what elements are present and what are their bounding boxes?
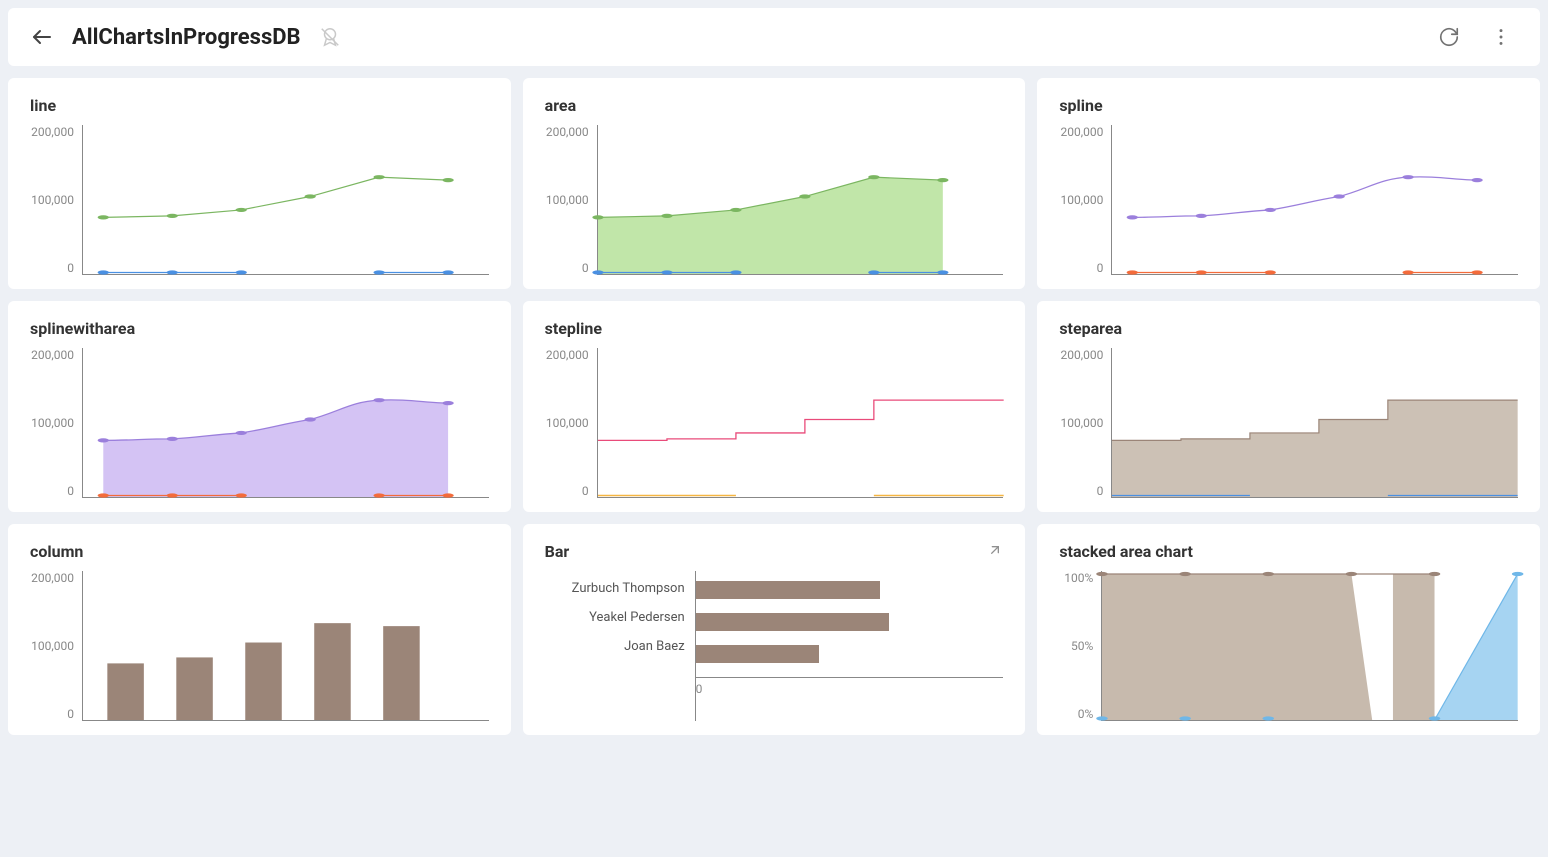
- y-axis: 200,000100,0000: [1059, 348, 1111, 498]
- plot-area: [597, 348, 1004, 498]
- back-button[interactable]: [30, 25, 54, 49]
- plot-area: 0: [695, 571, 1004, 721]
- chart-card-area[interactable]: area 200,000100,0000: [523, 78, 1026, 289]
- chart-title: column: [30, 542, 489, 561]
- plot-area: [1111, 348, 1518, 498]
- plot-area: [1101, 571, 1518, 721]
- y-axis: 200,000100,0000: [545, 125, 597, 275]
- plot-area: [82, 125, 489, 275]
- chart-card-stepline[interactable]: stepline 200,000100,0000: [523, 301, 1026, 512]
- refresh-button[interactable]: [1432, 20, 1466, 54]
- chart-title: spline: [1059, 96, 1518, 115]
- chart-title: Bar: [545, 542, 1004, 561]
- chart-title: splinewitharea: [30, 319, 489, 338]
- chart-card-splinewitharea[interactable]: splinewitharea 200,000100,0000: [8, 301, 511, 512]
- y-axis: 200,000100,0000: [30, 571, 82, 721]
- y-axis: 100%50%0%: [1059, 571, 1101, 721]
- bar-row: [696, 645, 819, 663]
- chart-card-stacked-area[interactable]: stacked area chart 100%50%0%: [1037, 524, 1540, 735]
- bar-row: [696, 581, 881, 599]
- chart-title: area: [545, 96, 1004, 115]
- chart-title: line: [30, 96, 489, 115]
- chart-card-bar[interactable]: Bar Zurbuch Thompson Yeakel Pedersen Joa…: [523, 524, 1026, 735]
- award-icon: [319, 26, 341, 48]
- dashboard-grid: line 200,000100,0000 area 200: [8, 78, 1540, 735]
- y-axis: 200,000100,0000: [545, 348, 597, 498]
- chart-card-spline[interactable]: spline 200,000100,0000: [1037, 78, 1540, 289]
- y-axis-categories: Zurbuch Thompson Yeakel Pedersen Joan Ba…: [545, 571, 695, 721]
- app-header: AllChartsInProgressDB: [8, 8, 1540, 66]
- chart-title: stepline: [545, 319, 1004, 338]
- plot-area: [1111, 125, 1518, 275]
- expand-icon[interactable]: [987, 542, 1003, 562]
- more-menu-button[interactable]: [1484, 20, 1518, 54]
- bar-row: [696, 613, 890, 631]
- plot-area: [82, 348, 489, 498]
- y-axis: 200,000100,0000: [1059, 125, 1111, 275]
- page-title: AllChartsInProgressDB: [72, 25, 301, 50]
- chart-title: stacked area chart: [1059, 542, 1518, 561]
- plot-area: [597, 125, 1004, 275]
- chart-card-column[interactable]: column 200,000100,0000: [8, 524, 511, 735]
- chart-card-line[interactable]: line 200,000100,0000: [8, 78, 511, 289]
- chart-title: steparea: [1059, 319, 1518, 338]
- chart-card-steparea[interactable]: steparea 200,000100,0000: [1037, 301, 1540, 512]
- y-axis: 200,000100,0000: [30, 348, 82, 498]
- plot-area: [82, 571, 489, 721]
- y-axis: 200,000100,0000: [30, 125, 82, 275]
- x-axis: 0: [696, 677, 1004, 696]
